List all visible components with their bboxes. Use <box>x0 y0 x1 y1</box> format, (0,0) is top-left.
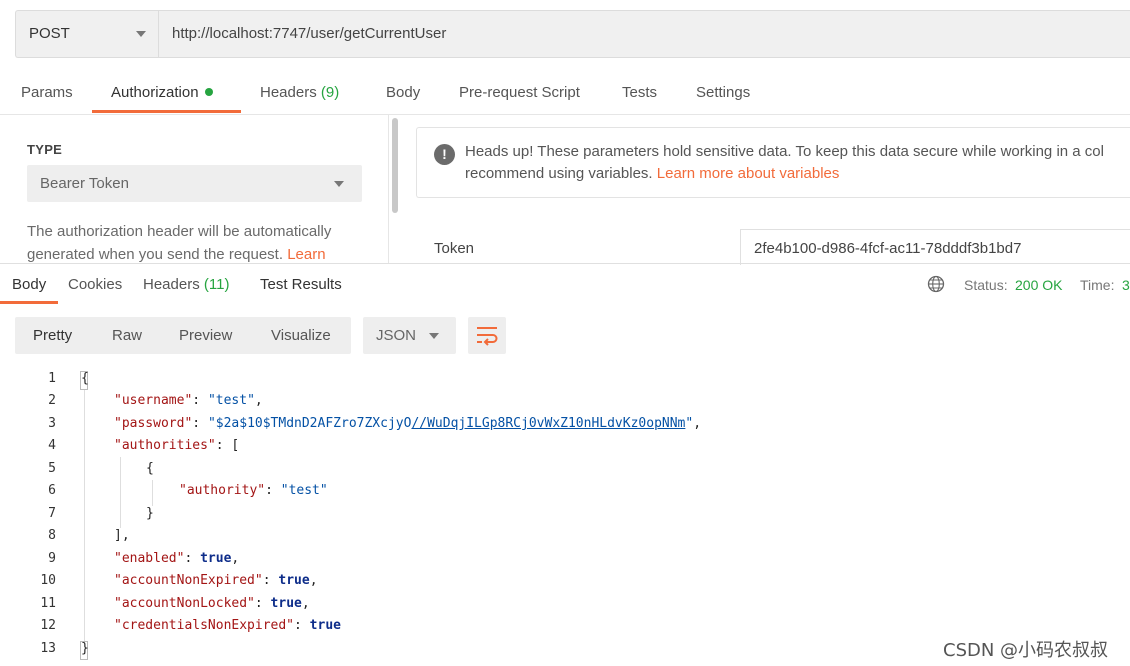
chevron-down-icon <box>429 333 439 339</box>
wrap-lines-button[interactable] <box>468 317 506 354</box>
indent-guide <box>84 390 85 641</box>
watermark: CSDN @小码农叔叔 <box>943 640 1109 661</box>
tab-authorization-label: Authorization <box>111 84 199 101</box>
response-tab-body[interactable]: Body <box>12 276 46 293</box>
line-number: 3 <box>48 416 56 431</box>
auth-description-text: The authorization header will be automat… <box>27 223 332 263</box>
code-line: "authorities": [ <box>114 438 240 453</box>
chevron-down-icon <box>334 181 344 187</box>
line-number: 4 <box>48 438 56 453</box>
code-line: ], <box>114 528 130 543</box>
time-value: 3 <box>1122 277 1130 293</box>
status-value: 200 OK <box>1015 277 1063 293</box>
tab-tests[interactable]: Tests <box>622 84 657 101</box>
code-line: "authority": "test" <box>179 483 328 498</box>
tab-settings[interactable]: Settings <box>696 84 750 101</box>
indent-guide <box>152 480 153 506</box>
globe-icon[interactable] <box>927 275 945 298</box>
raw-button[interactable]: Raw <box>112 327 142 344</box>
learn-more-variables-link[interactable]: Learn more about variables <box>657 165 840 182</box>
code-line: "enabled": true, <box>114 551 240 566</box>
auth-type-value: Bearer Token <box>40 175 129 192</box>
line-number: 13 <box>40 641 56 656</box>
code-line: { <box>81 371 89 386</box>
time-label: Time: <box>1080 277 1115 293</box>
divider <box>0 114 1130 115</box>
response-tab-test-results[interactable]: Test Results <box>260 276 342 293</box>
method-select[interactable]: POST <box>16 11 159 57</box>
code-line: "username": "test", <box>114 393 263 408</box>
code-line: "credentialsNonExpired": true <box>114 618 341 633</box>
language-select[interactable]: JSON <box>363 317 456 354</box>
sensitive-data-notice: ! Heads up! These parameters hold sensit… <box>416 127 1130 198</box>
status-label: Status: <box>964 277 1008 293</box>
code-line: } <box>81 641 89 656</box>
scrollbar[interactable] <box>388 115 402 263</box>
auth-description: The authorization header will be automat… <box>27 221 367 266</box>
tab-headers[interactable]: Headers (9) <box>260 84 339 101</box>
headers-count: (9) <box>320 84 340 101</box>
code-line: } <box>146 506 154 521</box>
line-number: 11 <box>40 596 56 611</box>
token-label: Token <box>434 240 475 257</box>
type-label: TYPE <box>27 142 63 157</box>
indent-guide <box>120 457 121 528</box>
tab-params[interactable]: Params <box>21 84 73 101</box>
line-number: 9 <box>48 551 56 566</box>
auth-type-select[interactable]: Bearer Token <box>27 165 362 202</box>
pretty-button[interactable]: Pretty <box>33 327 72 344</box>
response-tab-headers[interactable]: Headers (11) <box>143 276 229 293</box>
code-line: "password": "$2a$10$TMdnD2AFZro7ZXcjyO//… <box>114 416 702 431</box>
visualize-button[interactable]: Visualize <box>271 327 331 344</box>
line-number: 7 <box>48 506 56 521</box>
divider <box>0 263 1130 264</box>
line-number: 6 <box>48 483 56 498</box>
wrap-lines-icon <box>476 325 498 351</box>
notice-line-2: recommend using variables. <box>465 165 653 182</box>
preview-button[interactable]: Preview <box>179 327 232 344</box>
scrollbar-thumb[interactable] <box>392 118 398 213</box>
active-tab-indicator <box>92 110 241 113</box>
token-value: 2fe4b100-d986-4fcf-ac11-78dddf3b1bd7 <box>754 240 1022 257</box>
method-label: POST <box>29 25 70 42</box>
line-number: 1 <box>48 371 56 386</box>
chevron-down-icon <box>136 31 146 37</box>
tab-headers-label: Headers <box>260 84 317 101</box>
line-number: 2 <box>48 393 56 408</box>
learn-link[interactable]: Learn <box>287 246 325 263</box>
active-dot-icon <box>204 88 213 96</box>
url-input[interactable]: http://localhost:7747/user/getCurrentUse… <box>172 25 446 42</box>
line-number: 8 <box>48 528 56 543</box>
info-icon: ! <box>434 144 455 165</box>
response-body-code[interactable]: 1 2 3 4 5 6 7 8 9 10 11 12 13 { "usernam… <box>0 366 1130 666</box>
response-headers-count: (11) <box>203 276 230 293</box>
code-line: "accountNonExpired": true, <box>114 573 318 588</box>
response-tab-headers-label: Headers <box>143 276 200 293</box>
notice-text: Heads up! These parameters hold sensitiv… <box>465 141 1130 185</box>
line-number: 12 <box>40 618 56 633</box>
language-value: JSON <box>376 327 417 344</box>
response-tab-cookies[interactable]: Cookies <box>68 276 122 293</box>
code-line: { <box>146 461 154 476</box>
tab-authorization[interactable]: Authorization <box>111 84 213 101</box>
tab-prerequest-script[interactable]: Pre-request Script <box>459 84 580 101</box>
line-number: 5 <box>48 461 56 476</box>
code-line: "accountNonLocked": true, <box>114 596 310 611</box>
view-mode-group: Pretty Raw Preview Visualize <box>15 317 351 354</box>
notice-line-1: Heads up! These parameters hold sensitiv… <box>465 143 1104 160</box>
url-bar: POST http://localhost:7747/user/getCurre… <box>15 10 1130 58</box>
line-number: 10 <box>40 573 56 588</box>
tab-body[interactable]: Body <box>386 84 420 101</box>
token-input[interactable]: 2fe4b100-d986-4fcf-ac11-78dddf3b1bd7 <box>740 229 1130 265</box>
active-tab-indicator <box>0 301 58 304</box>
